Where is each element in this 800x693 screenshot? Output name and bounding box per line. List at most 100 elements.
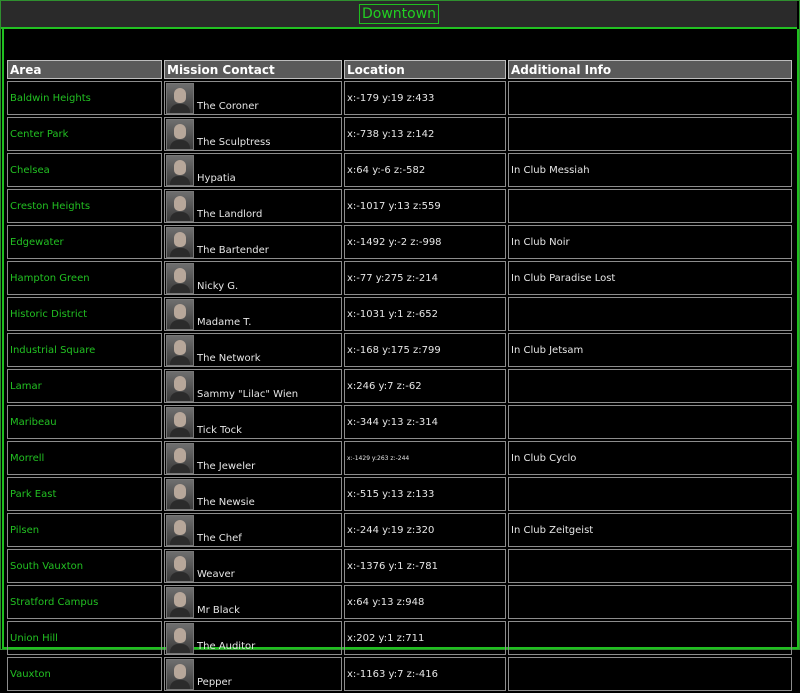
contact-portrait (166, 191, 194, 222)
area-name: Creston Heights (7, 189, 162, 223)
mission-contacts-table: Area Mission Contact Location Additional… (5, 58, 794, 693)
mission-contact-cell: Madame T. (164, 297, 342, 331)
contact-name: Madame T. (197, 317, 252, 328)
area-name: Morrell (7, 441, 162, 475)
mission-contact-cell: The Network (164, 333, 342, 367)
additional-info: In Club Jetsam (508, 333, 792, 367)
area-name: Stratford Campus (7, 585, 162, 619)
contact-portrait (166, 515, 194, 546)
additional-info (508, 585, 792, 619)
column-header-area: Area (7, 60, 162, 79)
table-row: Pilsen The Chef x:-244 y:19 z:320 In Club Z… (7, 513, 792, 547)
contact-portrait (166, 335, 194, 366)
contact-portrait (166, 551, 194, 582)
contact-name: The Auditor (197, 641, 256, 652)
additional-info (508, 477, 792, 511)
table-row: Chelsea Hypatia x:64 y:-6 z:-582 In Club Me… (7, 153, 792, 187)
location-coordinates: x:-1017 y:13 z:559 (344, 189, 506, 223)
mission-contact-cell: The Landlord (164, 189, 342, 223)
contact-portrait (166, 407, 194, 438)
title-bar: Downtown (1, 1, 797, 29)
table-row: Baldwin Heights The Coroner x:-179 y:19 z:… (7, 81, 792, 115)
additional-info (508, 549, 792, 583)
mission-contact-cell: Hypatia (164, 153, 342, 187)
table-row: Morrell The Jeweler x:-1429 y:263 z:-244 In… (7, 441, 792, 475)
contact-portrait (166, 371, 194, 402)
contact-portrait (166, 623, 194, 654)
additional-info: In Club Zeitgeist (508, 513, 792, 547)
table-header-row: Area Mission Contact Location Additional… (7, 60, 792, 79)
location-coordinates: x:-344 y:13 z:-314 (344, 405, 506, 439)
location-coordinates: x:-244 y:19 z:320 (344, 513, 506, 547)
location-coordinates: x:-738 y:13 z:142 (344, 117, 506, 151)
additional-info (508, 369, 792, 403)
contact-name: Nicky G. (197, 281, 239, 292)
contact-name: Pepper (197, 677, 232, 688)
table-row: Vauxton Pepper x:-1163 y:7 z:-416 (7, 657, 792, 691)
contact-name: The Bartender (197, 245, 269, 256)
mission-contact-cell: The Chef (164, 513, 342, 547)
area-name: Park East (7, 477, 162, 511)
location-coordinates: x:64 y:-6 z:-582 (344, 153, 506, 187)
location-coordinates: x:-168 y:175 z:799 (344, 333, 506, 367)
location-coordinates: x:-515 y:13 z:133 (344, 477, 506, 511)
area-name: South Vauxton (7, 549, 162, 583)
contact-portrait (166, 119, 194, 150)
area-name: Industrial Square (7, 333, 162, 367)
location-coordinates: x:-1376 y:1 z:-781 (344, 549, 506, 583)
contact-name: Sammy "Lilac" Wien (197, 389, 299, 400)
contact-name: The Sculptress (197, 137, 271, 148)
additional-info (508, 189, 792, 223)
contact-name: The Landlord (197, 209, 263, 220)
column-header-mission-contact: Mission Contact (164, 60, 342, 79)
contact-portrait (166, 587, 194, 618)
area-name: Maribeau (7, 405, 162, 439)
mission-contact-cell: The Newsie (164, 477, 342, 511)
contact-name: The Newsie (197, 497, 255, 508)
contact-name: The Network (197, 353, 261, 364)
location-coordinates: x:-1492 y:-2 z:-998 (344, 225, 506, 259)
table-row: Creston Heights The Landlord x:-1017 y:13 … (7, 189, 792, 223)
area-name: Vauxton (7, 657, 162, 691)
table-row: Hampton Green Nicky G. x:-77 y:275 z:-214 I… (7, 261, 792, 295)
table-row: Lamar Sammy "Lilac" Wien x:246 y:7 z:-62 (7, 369, 792, 403)
table-row: Edgewater The Bartender x:-1492 y:-2 z:-99… (7, 225, 792, 259)
mission-contact-cell: Mr Black (164, 585, 342, 619)
contact-portrait (166, 479, 194, 510)
contact-portrait (166, 83, 194, 114)
table-row: Stratford Campus Mr Black x:64 y:13 z:948 (7, 585, 792, 619)
mission-contact-cell: The Jeweler (164, 441, 342, 475)
mission-contact-cell: Nicky G. (164, 261, 342, 295)
location-coordinates: x:64 y:13 z:948 (344, 585, 506, 619)
location-coordinates: x:246 y:7 z:-62 (344, 369, 506, 403)
column-header-location: Location (344, 60, 506, 79)
contact-portrait (166, 155, 194, 186)
mission-contact-cell: Sammy "Lilac" Wien (164, 369, 342, 403)
column-header-additional-info: Additional Info (508, 60, 792, 79)
mission-contact-cell: The Sculptress (164, 117, 342, 151)
additional-info (508, 297, 792, 331)
location-coordinates: x:-179 y:19 z:433 (344, 81, 506, 115)
contact-name: The Chef (197, 533, 242, 544)
contact-name: The Coroner (197, 101, 259, 112)
mission-contact-cell: Pepper (164, 657, 342, 691)
contact-portrait (166, 299, 194, 330)
table-row: South Vauxton Weaver x:-1376 y:1 z:-781 (7, 549, 792, 583)
area-name: Historic District (7, 297, 162, 331)
contact-name: Mr Black (197, 605, 240, 616)
page-title: Downtown (358, 4, 440, 24)
additional-info (508, 117, 792, 151)
additional-info (508, 81, 792, 115)
mission-contact-cell: The Bartender (164, 225, 342, 259)
table-row: Industrial Square The Network x:-168 y:175… (7, 333, 792, 367)
area-name: Pilsen (7, 513, 162, 547)
mission-contact-cell: Weaver (164, 549, 342, 583)
contact-portrait (166, 227, 194, 258)
additional-info: In Club Noir (508, 225, 792, 259)
table-row: Center Park The Sculptress x:-738 y:13 z:1… (7, 117, 792, 151)
mission-contact-cell: The Coroner (164, 81, 342, 115)
area-name: Baldwin Heights (7, 81, 162, 115)
area-name: Hampton Green (7, 261, 162, 295)
location-coordinates: x:-1163 y:7 z:-416 (344, 657, 506, 691)
additional-info (508, 405, 792, 439)
